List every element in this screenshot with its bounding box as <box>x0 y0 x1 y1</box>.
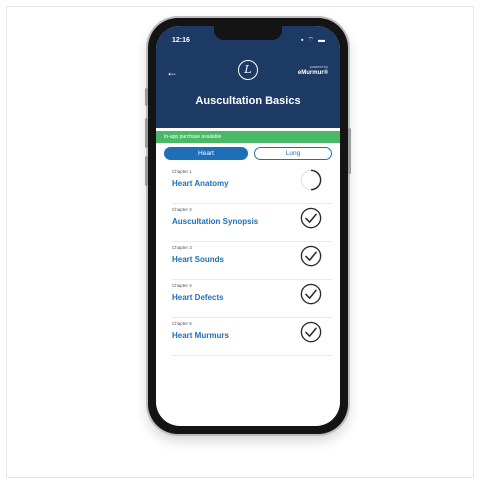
volume-up-button <box>145 118 148 148</box>
chapter-title: Heart Sounds <box>172 255 225 264</box>
powered-by-label: powered by <box>309 65 328 69</box>
chapter-title: Heart Anatomy <box>172 179 229 188</box>
phone-screen: 12:16 ▪ ⌔ ▬ ← L powered by eMurmur® Ausc… <box>156 26 340 426</box>
checkmark-circle-icon <box>300 207 322 229</box>
tab-heart[interactable]: Heart <box>164 147 248 160</box>
power-button <box>348 128 351 174</box>
silent-switch <box>145 88 148 106</box>
status-time: 12:16 <box>172 37 190 44</box>
notch <box>214 26 282 40</box>
page-title: Auscultation Basics <box>195 95 301 107</box>
chapter-row[interactable]: Chapter 1 Heart Anatomy <box>172 166 332 204</box>
checkmark-circle-icon <box>300 245 322 267</box>
tab-lung[interactable]: Lung <box>254 147 332 160</box>
chapter-title: Auscultation Synopsis <box>172 217 259 226</box>
progress-ring-icon <box>300 169 322 191</box>
chapter-number: Chapter 3 <box>172 245 192 250</box>
chapter-number: Chapter 4 <box>172 283 192 288</box>
chapter-title: Heart Defects <box>172 293 224 302</box>
chapter-row[interactable]: Chapter 5 Heart Murmurs <box>172 318 332 356</box>
back-arrow-icon[interactable]: ← <box>166 65 178 79</box>
brand-name: eMurmur® <box>297 70 328 76</box>
littmann-logo-icon: L <box>238 60 258 80</box>
chapter-number: Chapter 2 <box>172 207 192 212</box>
purchase-banner[interactable]: In-app purchase available <box>156 131 340 143</box>
chapter-number: Chapter 5 <box>172 321 192 326</box>
topic-tabs: Heart Lung <box>164 147 332 160</box>
powered-by-brand: powered by eMurmur® <box>298 65 328 76</box>
status-icons: ▪ ⌔ ▬ <box>301 37 326 44</box>
app-header: 12:16 ▪ ⌔ ▬ ← L powered by eMurmur® Ausc… <box>156 26 340 128</box>
chapter-row[interactable]: Chapter 2 Auscultation Synopsis <box>172 204 332 242</box>
phone-device: 12:16 ▪ ⌔ ▬ ← L powered by eMurmur® Ausc… <box>145 18 351 434</box>
checkmark-circle-icon <box>300 321 322 343</box>
checkmark-circle-icon <box>300 283 322 305</box>
chapter-row[interactable]: Chapter 4 Heart Defects <box>172 280 332 318</box>
chapter-number: Chapter 1 <box>172 169 192 174</box>
chapter-row[interactable]: Chapter 3 Heart Sounds <box>172 242 332 280</box>
volume-down-button <box>145 156 148 186</box>
chapter-title: Heart Murmurs <box>172 331 229 340</box>
